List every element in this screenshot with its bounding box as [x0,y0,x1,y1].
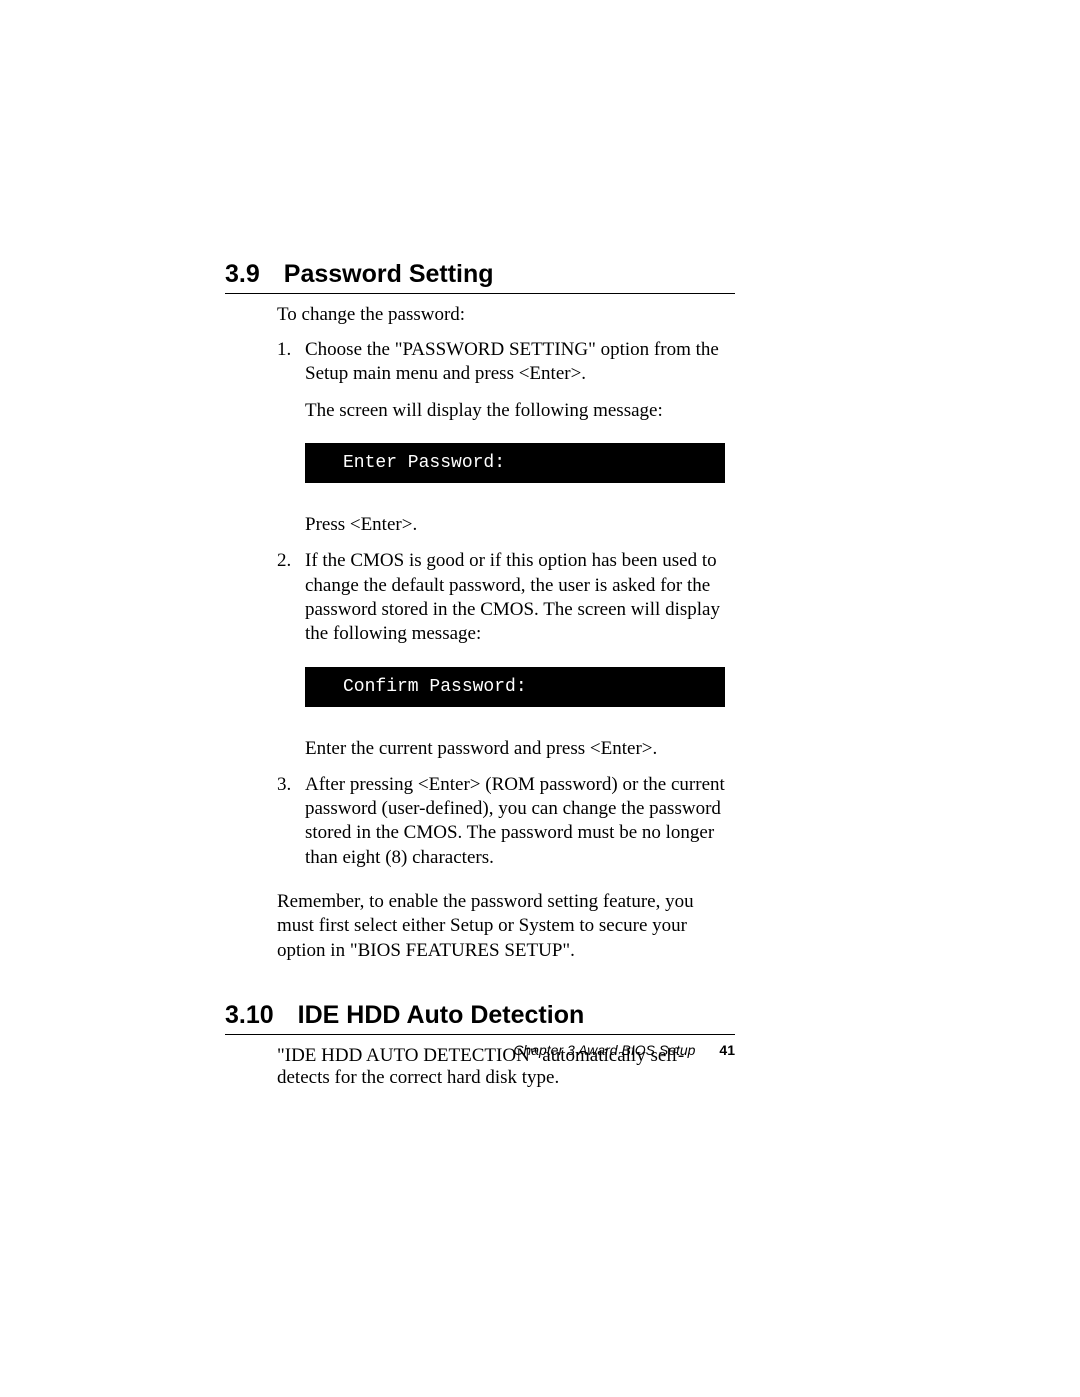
footer-page-number: 41 [719,1042,735,1058]
list-subtext: The screen will display the following me… [305,399,735,423]
section-rule [225,1034,735,1035]
list-item: 3. After pressing <Enter> (ROM password)… [277,773,735,870]
page-footer: Chapter 3 Award BIOS Setup 41 [513,1042,735,1058]
footer-chapter: Chapter 3 Award BIOS Setup [513,1042,695,1058]
section-title: IDE HDD Auto Detection [298,1001,585,1030]
intro-paragraph: To change the password: [277,304,735,326]
list-number: 1. [277,338,305,387]
section-title: Password Setting [284,260,494,289]
list-number: 3. [277,773,305,870]
section-number: 3.10 [225,1001,274,1030]
list-subtext: Press <Enter>. [305,513,735,537]
list-text: If the CMOS is good or if this option ha… [305,549,735,646]
section-number: 3.9 [225,260,260,289]
section-heading-3-10: 3.10 IDE HDD Auto Detection [225,1001,735,1030]
list-text: After pressing <Enter> (ROM password) or… [305,773,735,870]
outro-paragraph: Remember, to enable the password setting… [277,890,735,963]
list-subtext: Enter the current password and press <En… [305,737,735,761]
section-password-setting: 3.9 Password Setting To change the passw… [225,260,735,963]
terminal-enter-password: Enter Password: [305,443,725,483]
list-item: 1. Choose the "PASSWORD SETTING" option … [277,338,735,387]
section-heading-3-9: 3.9 Password Setting [225,260,735,289]
list-item: 2. If the CMOS is good or if this option… [277,549,735,646]
list-text: Choose the "PASSWORD SETTING" option fro… [305,338,735,387]
list-number: 2. [277,549,305,646]
section-rule [225,293,735,294]
terminal-confirm-password: Confirm Password: [305,667,725,707]
